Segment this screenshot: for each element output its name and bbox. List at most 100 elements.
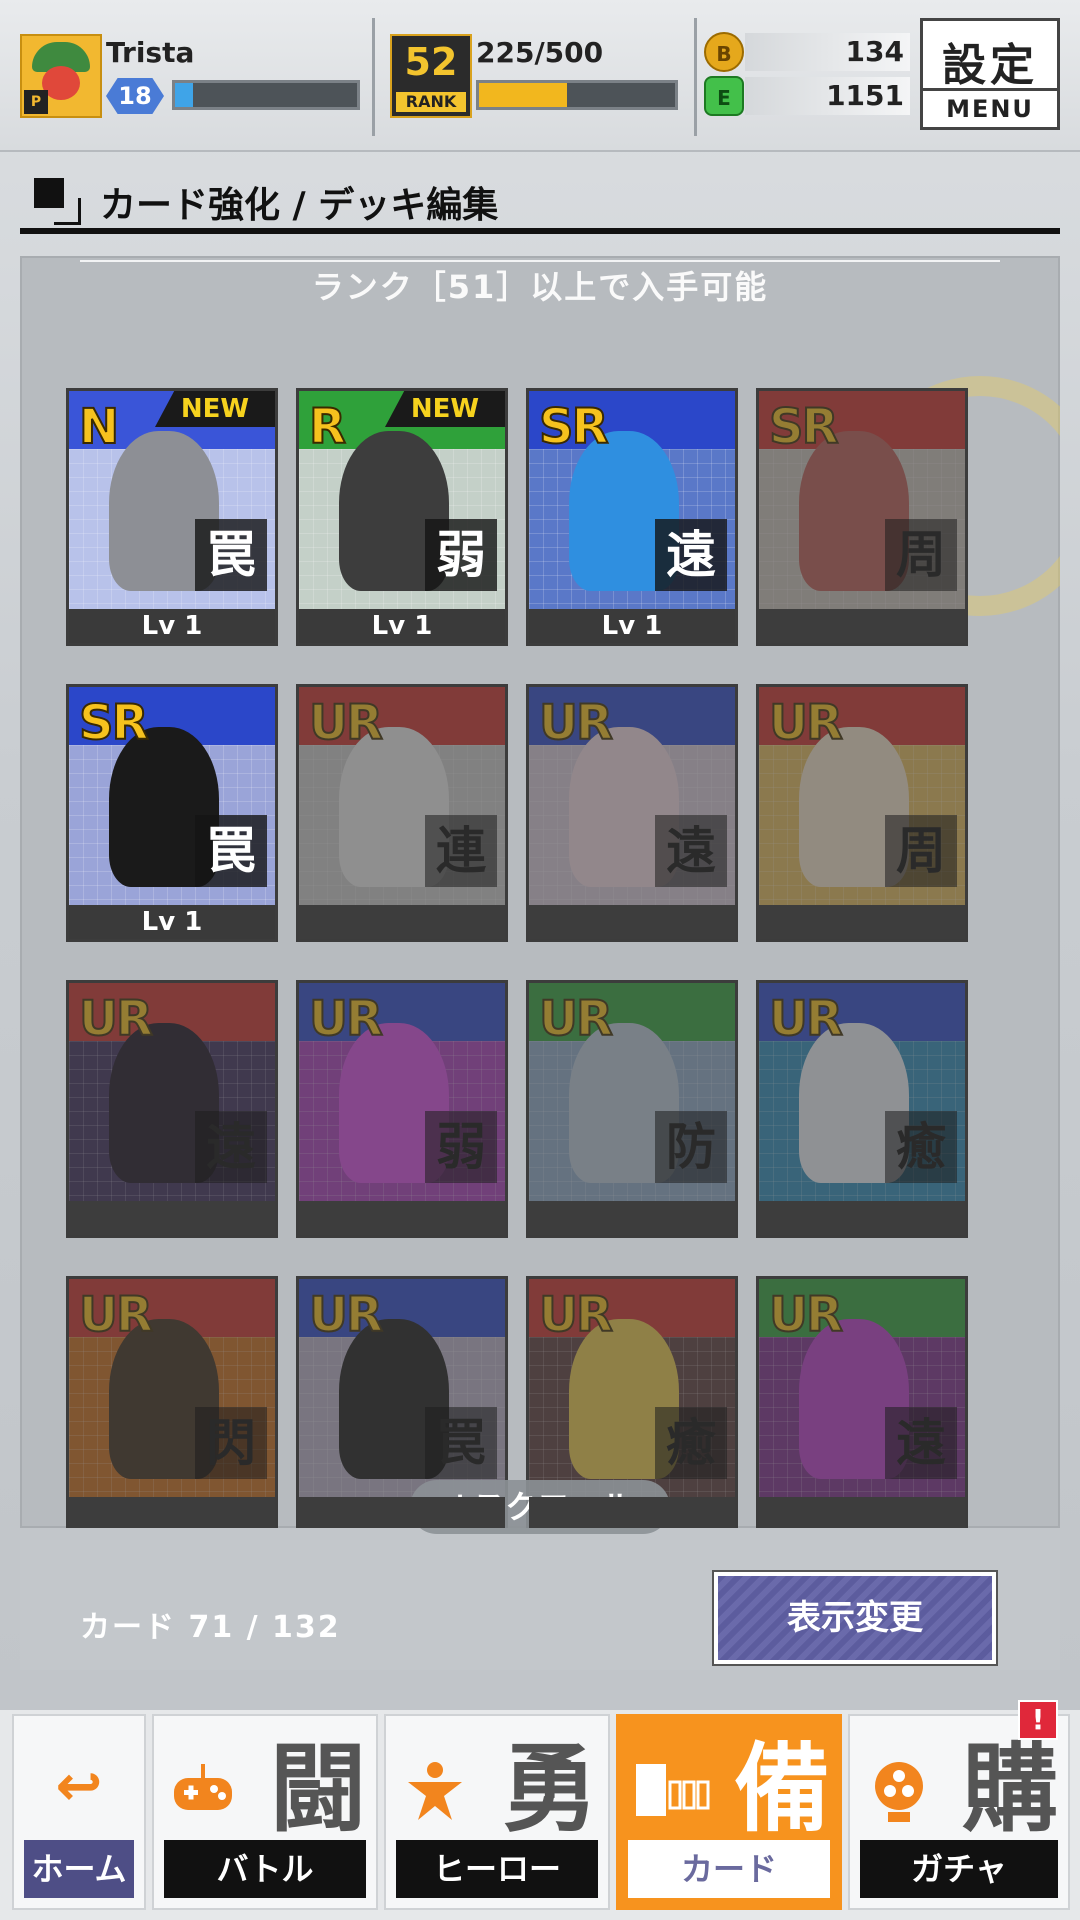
divider (694, 18, 697, 136)
card-type-badge: 弱 (425, 1111, 497, 1183)
page-title: カード強化 / デッキ編集 (100, 185, 499, 226)
player-level-fill (175, 83, 194, 107)
card-rarity-stripe (529, 687, 735, 745)
nav-battle-kanji: 闘 (270, 1733, 366, 1845)
card-slot[interactable]: SR 遠 Lv 1 (526, 388, 738, 646)
card-rarity: UR (538, 990, 614, 1048)
rank-exp-fill (479, 83, 568, 107)
card-type-badge: 遠 (885, 1407, 957, 1479)
card-level (299, 1201, 505, 1235)
card-rarity: UR (308, 1286, 384, 1344)
card-level: Lv 1 (299, 609, 505, 643)
card-level (759, 1201, 965, 1235)
settings-kanji: 設定 (942, 40, 1038, 91)
player-avatar[interactable]: P (20, 34, 102, 118)
rank-label: RANK (396, 92, 466, 112)
card-new-tag: NEW (155, 391, 275, 427)
card-type-badge: 周 (885, 815, 957, 887)
nav-card[interactable]: 備 カード (616, 1714, 842, 1910)
nav-gacha[interactable]: 購 ガチャ (848, 1714, 1070, 1910)
card-rarity-stripe (759, 391, 965, 449)
card-level: Lv 1 (529, 609, 735, 643)
return-arrow-icon: ↩ (55, 1754, 103, 1819)
gamepad-icon (168, 1756, 238, 1826)
card-slot[interactable]: UR 連 (296, 684, 508, 942)
card-slot[interactable]: R 弱 Lv 1 NEW (296, 388, 508, 646)
rank-unlock-note: ランク［51］以上で入手可能 (311, 268, 769, 306)
card-rarity: UR (768, 1286, 844, 1344)
card-rarity-stripe (529, 1279, 735, 1337)
card-rarity-stripe (299, 687, 505, 745)
card-slot[interactable]: UR 遠 (756, 1276, 968, 1528)
gold-amount: 134 (745, 33, 910, 71)
nav-hero[interactable]: 勇 ヒーロー (384, 1714, 610, 1910)
nav-card-kanji: 備 (734, 1733, 830, 1845)
card-type-badge: 周 (885, 519, 957, 591)
menu-label: MENU (923, 88, 1057, 127)
card-type-badge: 遠 (655, 519, 727, 591)
change-view-button[interactable]: 表示変更 (712, 1570, 998, 1666)
section-icon (34, 178, 81, 225)
card-rarity-stripe (299, 1279, 505, 1337)
card-level (529, 905, 735, 939)
card-rarity-stripe (529, 983, 735, 1041)
card-rarity-stripe (759, 687, 965, 745)
card-type-badge: 防 (655, 1111, 727, 1183)
card-slot[interactable]: UR 遠 (526, 684, 738, 942)
nav-card-label: カード (628, 1840, 830, 1898)
energy-amount: 1151 (745, 77, 910, 115)
card-rarity-stripe (759, 983, 965, 1041)
hero-icon (400, 1756, 470, 1826)
card-slot[interactable]: UR 弱 (296, 980, 508, 1238)
card-grid-panel[interactable]: ランク［51］以上で入手可能 N 罠 Lv 1 NEW R 弱 Lv 1 NEW SR 遠 Lv 1… (20, 256, 1060, 1528)
card-rarity: R (308, 398, 347, 456)
title-underline (20, 228, 1060, 234)
card-type-badge: 遠 (195, 1111, 267, 1183)
nav-home[interactable]: ↩ ホーム (12, 1714, 146, 1910)
card-slot[interactable]: UR 遠 (66, 980, 278, 1238)
card-level (299, 905, 505, 939)
player-level-badge: 18 (106, 78, 164, 114)
card-rarity: UR (538, 1286, 614, 1344)
card-level (759, 905, 965, 939)
card-slot[interactable]: UR 閃 (66, 1276, 278, 1528)
nav-gacha-kanji: 購 (962, 1733, 1058, 1845)
card-slot[interactable]: UR 周 (756, 684, 968, 942)
card-level (529, 1201, 735, 1235)
card-level: Lv 1 (69, 609, 275, 643)
nav-hero-label: ヒーロー (396, 1840, 598, 1898)
card-slot[interactable]: UR 癒 (756, 980, 968, 1238)
card-level: Lv 1 (69, 905, 275, 939)
bottom-nav: ↩ ホーム 闘 バトル 勇 ヒーロー 備 カード 購 ガチャ (0, 1710, 1080, 1920)
card-type-badge: 罠 (195, 815, 267, 887)
card-slot[interactable]: N 罠 Lv 1 NEW (66, 388, 278, 646)
card-count: カード 71 / 132 (80, 1610, 341, 1645)
card-rarity: UR (538, 694, 614, 752)
card-rarity-stripe (759, 1279, 965, 1337)
card-type-badge: 連 (425, 815, 497, 887)
gold-coin-icon: B (704, 32, 744, 72)
card-icon (632, 1756, 710, 1826)
rank-value: 52 (404, 40, 458, 84)
card-level (529, 1497, 735, 1528)
card-slot[interactable]: UR 防 (526, 980, 738, 1238)
nav-gacha-label: ガチャ (860, 1840, 1058, 1898)
card-type-badge: 遠 (655, 815, 727, 887)
avatar-badge-icon: P (24, 90, 48, 114)
card-rarity: UR (78, 990, 154, 1048)
card-slot[interactable]: SR 罠 Lv 1 (66, 684, 278, 942)
status-bar: P Trista 18 52 RANK 225/500 B 134 E 1151… (0, 0, 1080, 152)
card-type-badge: 罠 (195, 519, 267, 591)
player-level-bar (172, 80, 360, 110)
card-type-badge: 閃 (195, 1407, 267, 1479)
card-level (759, 1497, 965, 1528)
settings-menu-button[interactable]: 設定 MENU (920, 18, 1060, 130)
card-rarity: SR (768, 398, 840, 456)
card-rarity-stripe (299, 983, 505, 1041)
card-new-tag: NEW (385, 391, 505, 427)
rank-icon: 52 RANK (390, 34, 472, 118)
card-slot[interactable]: SR 周 (756, 388, 968, 646)
card-rarity-stripe (69, 1279, 275, 1337)
card-rarity: UR (308, 990, 384, 1048)
nav-battle[interactable]: 闘 バトル (152, 1714, 378, 1910)
